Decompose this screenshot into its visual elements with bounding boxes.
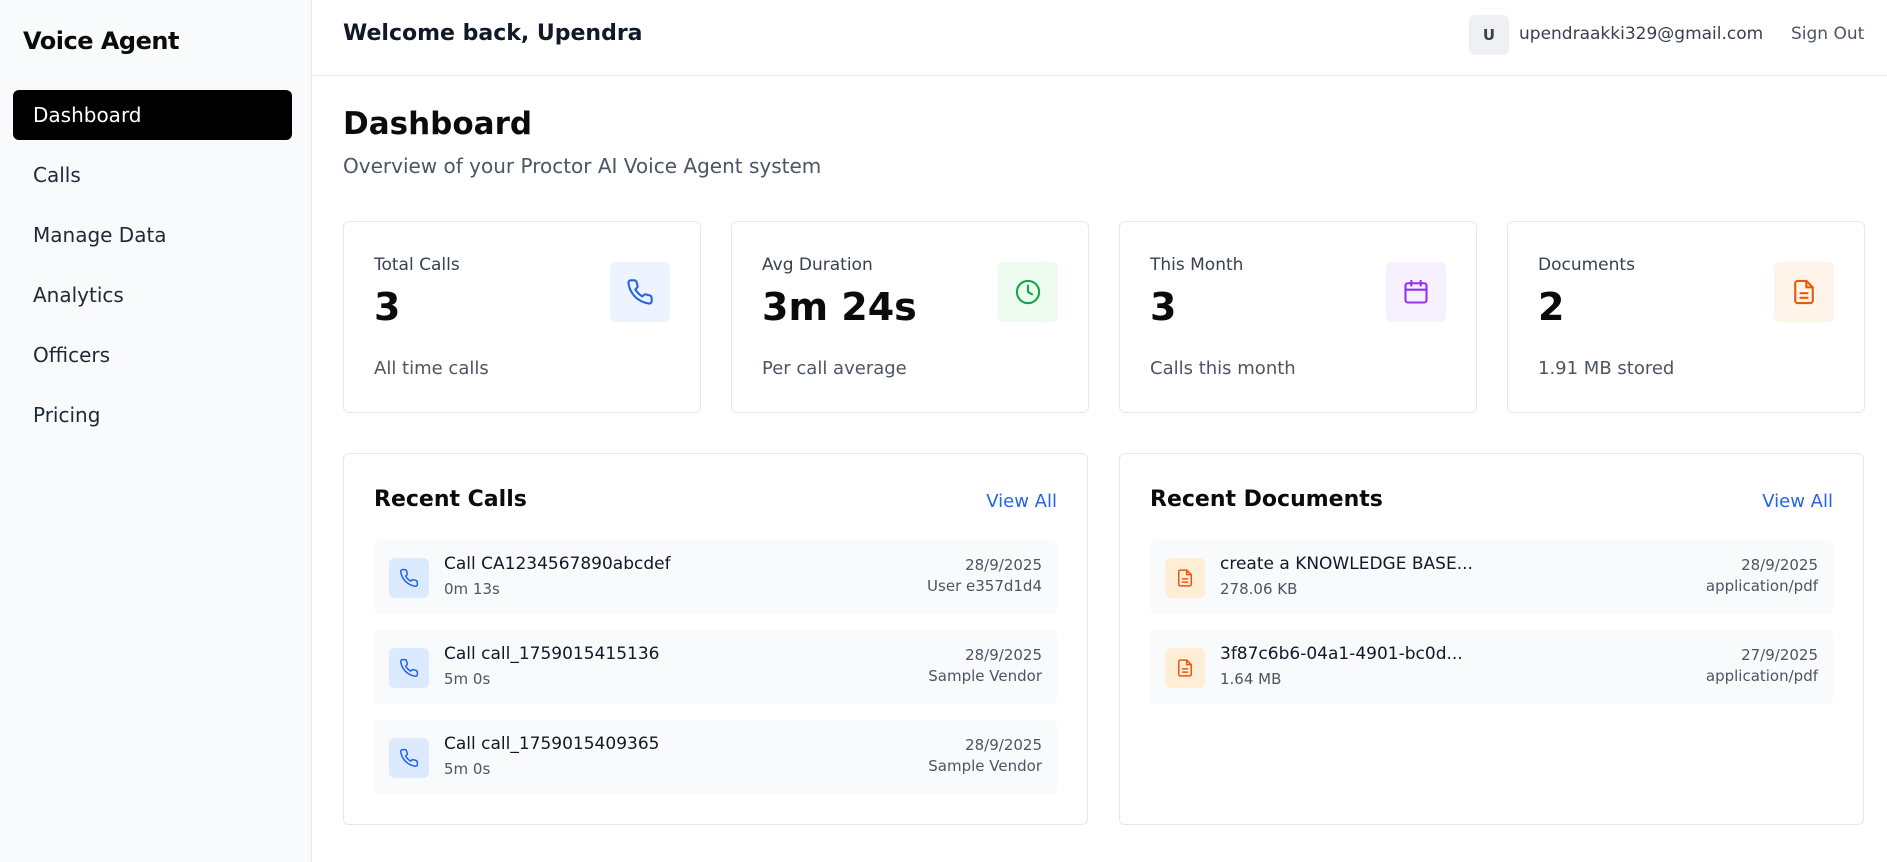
sidebar-item-pricing[interactable]: Pricing <box>13 390 292 440</box>
call-caller: Sample Vendor <box>928 757 1042 775</box>
stat-card-total-calls: Total Calls 3 All time calls <box>343 221 701 413</box>
call-caller: Sample Vendor <box>928 667 1042 685</box>
call-date: 28/9/2025 <box>965 556 1042 574</box>
stat-note: Per call average <box>762 358 907 379</box>
stat-card-documents: Documents 2 1.91 MB stored <box>1507 221 1865 413</box>
call-duration: 0m 13s <box>444 580 500 598</box>
stat-card-avg-duration: Avg Duration 3m 24s Per call average <box>731 221 1089 413</box>
stat-note: All time calls <box>374 358 489 379</box>
call-row[interactable]: Call CA1234567890abcdef 0m 13s 28/9/2025… <box>374 540 1057 614</box>
document-icon <box>1774 262 1834 322</box>
brand-title: Voice Agent <box>23 27 179 55</box>
phone-icon <box>389 648 429 688</box>
stat-value: 3m 24s <box>762 285 917 329</box>
call-row[interactable]: Call call_1759015415136 5m 0s 28/9/2025 … <box>374 630 1057 704</box>
call-date: 28/9/2025 <box>965 736 1042 754</box>
document-size: 278.06 KB <box>1220 580 1298 598</box>
document-size: 1.64 MB <box>1220 670 1282 688</box>
call-caller: User e357d1d4 <box>927 577 1042 595</box>
document-title: create a KNOWLEDGE BASE... <box>1220 554 1473 574</box>
welcome-message: Welcome back, Upendra <box>343 21 643 46</box>
document-icon <box>1165 648 1205 688</box>
recent-documents-view-all-link[interactable]: View All <box>1762 491 1833 512</box>
call-title: Call call_1759015409365 <box>444 734 660 754</box>
call-duration: 5m 0s <box>444 760 491 778</box>
page-subtitle: Overview of your Proctor AI Voice Agent … <box>343 154 822 178</box>
stat-note: 1.91 MB stored <box>1538 358 1675 379</box>
recent-calls-view-all-link[interactable]: View All <box>986 491 1057 512</box>
stat-label: This Month <box>1150 255 1244 275</box>
recent-calls-panel: Recent Calls View All Call CA1234567890a… <box>343 453 1088 825</box>
stat-label: Avg Duration <box>762 255 873 275</box>
call-row[interactable]: Call call_1759015409365 5m 0s 28/9/2025 … <box>374 720 1057 794</box>
document-date: 28/9/2025 <box>1741 556 1818 574</box>
recent-documents-title: Recent Documents <box>1150 487 1383 512</box>
sign-out-button[interactable]: Sign Out <box>1791 24 1864 44</box>
document-icon <box>1165 558 1205 598</box>
clock-icon <box>998 262 1058 322</box>
stat-value: 2 <box>1538 285 1565 329</box>
recent-documents-panel: Recent Documents View All create a KNOWL… <box>1119 453 1864 825</box>
phone-icon <box>389 558 429 598</box>
call-title: Call call_1759015415136 <box>444 644 660 664</box>
call-date: 28/9/2025 <box>965 646 1042 664</box>
document-type: application/pdf <box>1705 577 1818 595</box>
phone-icon <box>389 738 429 778</box>
sidebar: Voice Agent Dashboard Calls Manage Data … <box>0 0 312 862</box>
stat-card-this-month: This Month 3 Calls this month <box>1119 221 1477 413</box>
document-date: 27/9/2025 <box>1741 646 1818 664</box>
call-duration: 5m 0s <box>444 670 491 688</box>
sidebar-item-dashboard[interactable]: Dashboard <box>13 90 292 140</box>
page-title: Dashboard <box>343 106 533 142</box>
sidebar-item-officers[interactable]: Officers <box>13 330 292 380</box>
sidebar-item-manage-data[interactable]: Manage Data <box>13 210 292 260</box>
calendar-icon <box>1386 262 1446 322</box>
sidebar-nav: Dashboard Calls Manage Data Analytics Of… <box>13 90 292 450</box>
stat-label: Total Calls <box>374 255 460 275</box>
recent-calls-title: Recent Calls <box>374 487 527 512</box>
document-row[interactable]: 3f87c6b6-04a1-4901-bc0d... 1.64 MB 27/9/… <box>1150 630 1833 704</box>
stat-value: 3 <box>1150 285 1177 329</box>
avatar[interactable]: U <box>1469 15 1509 55</box>
sidebar-item-analytics[interactable]: Analytics <box>13 270 292 320</box>
document-row[interactable]: create a KNOWLEDGE BASE... 278.06 KB 28/… <box>1150 540 1833 614</box>
document-type: application/pdf <box>1705 667 1818 685</box>
phone-icon <box>610 262 670 322</box>
user-email: upendraakki329@gmail.com <box>1519 24 1764 44</box>
stat-note: Calls this month <box>1150 358 1296 379</box>
sidebar-item-calls[interactable]: Calls <box>13 150 292 200</box>
stat-label: Documents <box>1538 255 1635 275</box>
call-title: Call CA1234567890abcdef <box>444 554 671 574</box>
top-bar: Welcome back, Upendra U upendraakki329@g… <box>313 0 1887 76</box>
document-title: 3f87c6b6-04a1-4901-bc0d... <box>1220 644 1463 664</box>
stat-value: 3 <box>374 285 401 329</box>
